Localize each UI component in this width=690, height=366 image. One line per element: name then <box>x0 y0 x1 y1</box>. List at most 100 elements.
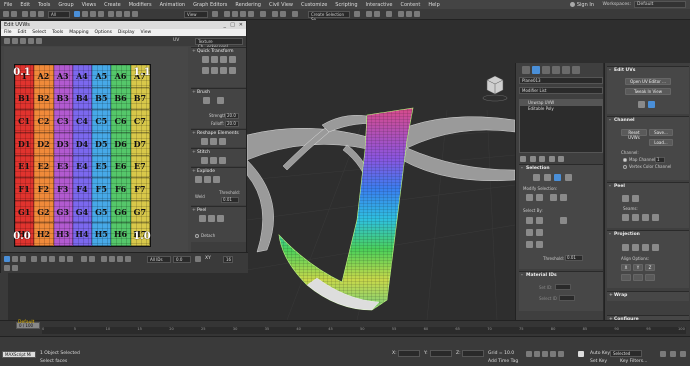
align-y-button[interactable]: Y <box>633 264 643 271</box>
align-x-icon[interactable] <box>202 56 209 63</box>
select-by-icon-3[interactable] <box>560 217 567 224</box>
shrink-icon[interactable] <box>49 256 55 262</box>
auto-key-button[interactable]: Auto Key <box>590 351 610 356</box>
seam-icon-4[interactable] <box>652 214 659 221</box>
scale-icon[interactable] <box>124 11 130 17</box>
box-map-icon[interactable] <box>652 244 659 251</box>
uv-menu-file[interactable]: File <box>1 30 15 35</box>
key-mode-icon[interactable] <box>578 351 584 357</box>
explode-header[interactable]: Explode <box>191 168 246 175</box>
map-channel-radio[interactable] <box>623 158 627 162</box>
select-by-icon-1[interactable] <box>526 217 533 224</box>
window-crossing-icon[interactable] <box>98 11 104 17</box>
menu-content[interactable]: Content <box>396 2 424 8</box>
select-by-icon-7[interactable] <box>536 241 543 248</box>
ring-sel-icon[interactable] <box>560 194 567 201</box>
uv-rotate-icon[interactable] <box>12 38 18 44</box>
make-unique-icon[interactable] <box>539 156 546 162</box>
align-extra-3-button[interactable] <box>645 274 655 281</box>
uv-menu-view[interactable]: View <box>138 30 155 35</box>
workspaces-select[interactable]: Default <box>634 1 686 8</box>
z-coord-field[interactable] <box>462 350 484 357</box>
sel-face-icon[interactable] <box>554 174 562 181</box>
save-button[interactable]: Save... <box>649 129 673 136</box>
quick-peel-icon[interactable] <box>199 215 206 222</box>
render-frame-icon[interactable] <box>406 11 412 17</box>
scene-explorer-icon[interactable] <box>354 11 360 17</box>
curve-editor-icon[interactable] <box>366 11 372 17</box>
minimize-icon[interactable]: _ <box>224 22 227 28</box>
menu-tools[interactable]: Tools <box>34 2 54 8</box>
peel-header[interactable]: Peel <box>191 207 246 214</box>
uv-menu-edit[interactable]: Edit <box>15 30 30 35</box>
align-z-button[interactable]: Z <box>645 264 655 271</box>
absolute-mode-icon[interactable] <box>195 256 201 262</box>
modifier-list-combo[interactable]: Modifier List <box>519 87 603 94</box>
open-uv-editor-button[interactable]: Open UV Editor ... <box>625 78 671 85</box>
align-icon[interactable] <box>280 11 286 17</box>
undo-icon[interactable] <box>3 11 9 17</box>
uv-menu-tools[interactable]: Tools <box>49 30 66 35</box>
cyl-map-icon[interactable] <box>632 244 639 251</box>
straighten-icon[interactable] <box>201 138 208 145</box>
menu-create[interactable]: Create <box>100 2 125 8</box>
freeze-icon[interactable] <box>117 256 123 262</box>
stitch-target-icon[interactable] <box>201 157 208 164</box>
prev-frame-icon[interactable] <box>534 351 540 357</box>
spacing-icon[interactable] <box>220 67 227 74</box>
detach-icon[interactable] <box>213 176 220 183</box>
menu-animation[interactable]: Animation <box>156 2 190 8</box>
rotate-icon[interactable] <box>116 11 122 17</box>
grow-sel-icon[interactable] <box>526 194 533 201</box>
menu-group[interactable]: Group <box>54 2 77 8</box>
zoom-icon[interactable] <box>12 265 18 271</box>
sel-vertex-icon[interactable] <box>533 174 540 181</box>
uv-mirror-icon[interactable] <box>36 38 42 44</box>
menu-views[interactable]: Views <box>78 2 100 8</box>
uv-menu-mapping[interactable]: Mapping <box>66 30 91 35</box>
go-end-icon[interactable] <box>558 351 564 357</box>
place-icon[interactable] <box>132 11 138 17</box>
unlink-icon[interactable] <box>30 11 36 17</box>
seam-icon-2[interactable] <box>632 214 639 221</box>
utilities-tab-icon[interactable] <box>572 66 580 74</box>
relax-brush-icon[interactable] <box>217 97 224 104</box>
bind-icon[interactable] <box>38 11 44 17</box>
align-extra-1-button[interactable] <box>621 274 631 281</box>
seam-icon-3[interactable] <box>642 214 649 221</box>
grow-icon[interactable] <box>41 256 47 262</box>
align-x-button[interactable]: X <box>621 264 631 271</box>
set-id-spinner[interactable] <box>555 284 571 290</box>
uv-move-icon[interactable] <box>4 38 10 44</box>
rotate-90-icon[interactable] <box>202 67 209 74</box>
snap-icon[interactable] <box>224 11 230 17</box>
ring-icon[interactable] <box>67 256 73 262</box>
reset-uvws-button[interactable]: Reset UVWs <box>621 129 647 140</box>
menu-edit[interactable]: Edit <box>16 2 34 8</box>
timeline-track[interactable]: 0 5 10 15 20 25 30 35 40 45 50 55 60 65 70 75 80 85 90 95 10… <box>42 327 686 334</box>
pan-icon[interactable] <box>4 265 10 271</box>
pivot-icon[interactable] <box>212 11 218 17</box>
pelt-icon[interactable] <box>208 215 215 222</box>
uv-grid-value[interactable]: 16 <box>223 256 233 263</box>
sel-edge-icon[interactable] <box>543 174 551 181</box>
uv-menu-select[interactable]: Select <box>29 30 49 35</box>
show-end-result-icon[interactable] <box>529 156 536 162</box>
stack-item-editable-poly[interactable]: Editable Poly <box>520 106 602 112</box>
map-channel-spinner[interactable]: 1 <box>655 157 665 163</box>
relax-settings-icon[interactable] <box>219 138 226 145</box>
menu-modifiers[interactable]: Modifiers <box>125 2 156 8</box>
element-mode-icon[interactable] <box>31 256 37 262</box>
select-by-icon-2[interactable] <box>536 217 543 224</box>
peel-pelt-icon[interactable] <box>632 195 639 202</box>
spinner-snap-icon[interactable] <box>248 11 254 17</box>
shrink-sel-icon[interactable] <box>536 194 543 201</box>
angle-snap-icon[interactable] <box>232 11 238 17</box>
configure-sets-icon[interactable] <box>558 156 565 162</box>
relax-icon[interactable] <box>210 138 217 145</box>
schematic-icon[interactable] <box>374 11 380 17</box>
menu-interactive[interactable]: Interactive <box>362 2 397 8</box>
y-coord-field[interactable] <box>430 350 452 357</box>
uv-freeform-icon[interactable] <box>28 38 34 44</box>
menu-help[interactable]: Help <box>424 2 443 8</box>
